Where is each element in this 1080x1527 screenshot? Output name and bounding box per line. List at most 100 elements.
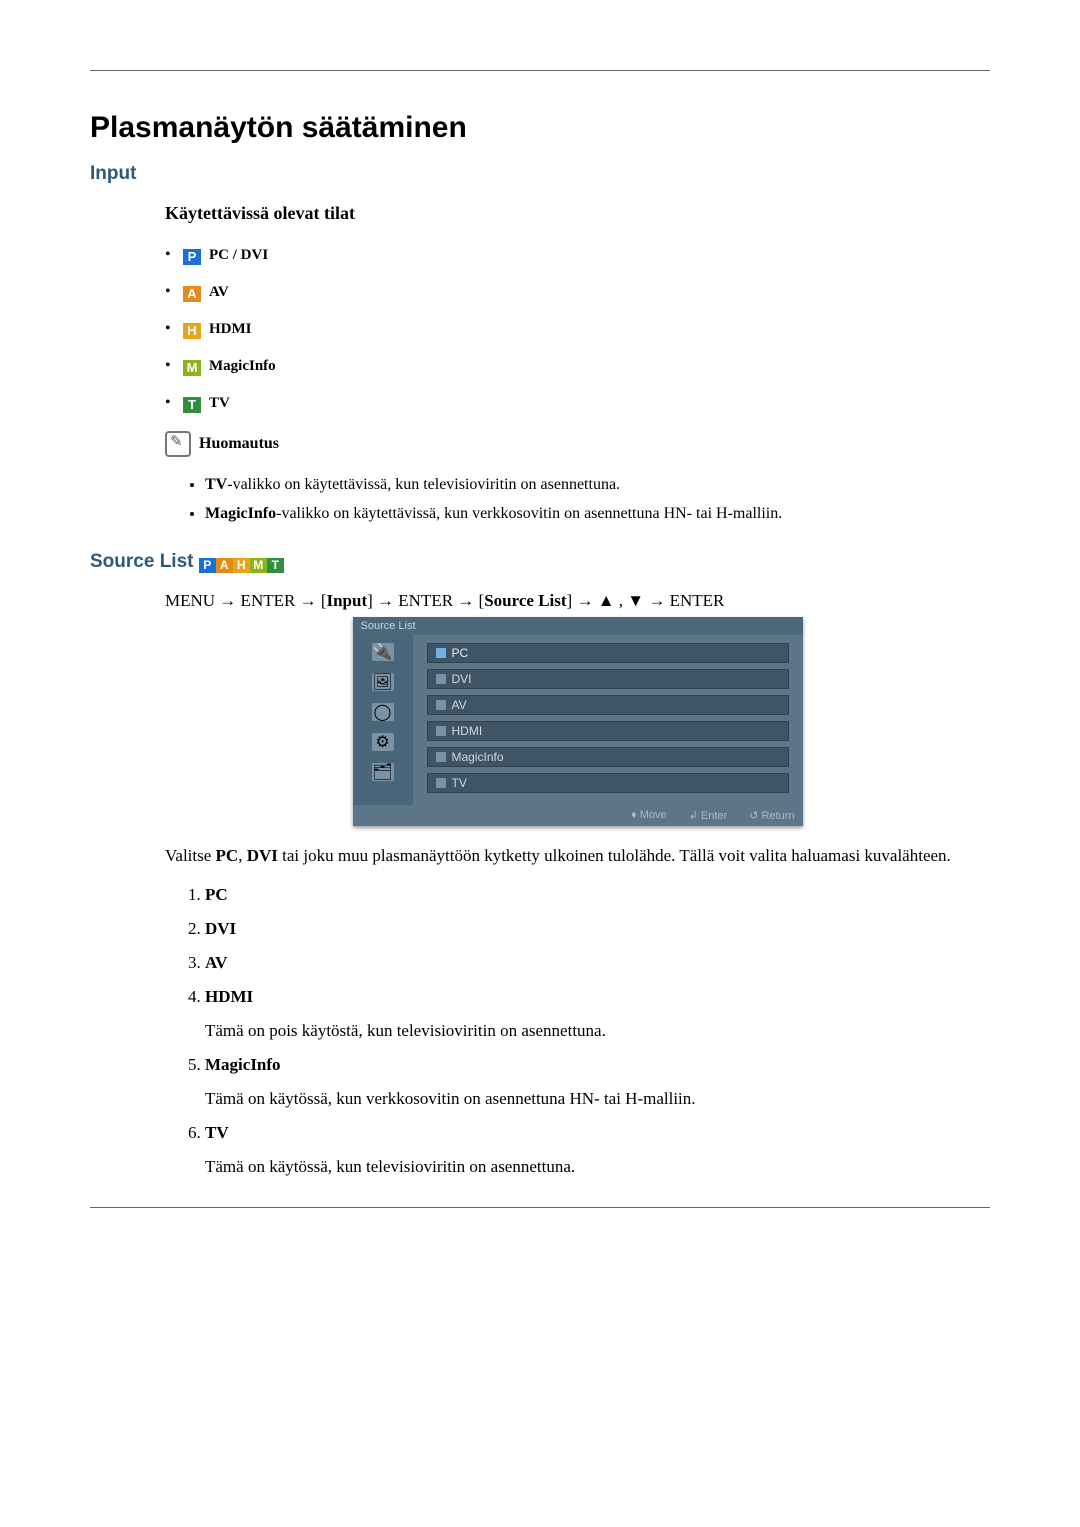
- bullet-icon: •: [165, 357, 179, 375]
- osd-side-icon: 🔌: [372, 643, 394, 661]
- desc-text: Valitse: [165, 846, 216, 865]
- a-icon: A: [183, 286, 201, 302]
- check-icon: [436, 648, 446, 658]
- note-item-tv: TV-valikko on käytettävissä, kun televis…: [205, 471, 990, 500]
- enum-note: Tämä on pois käytöstä, kun televisioviri…: [205, 1021, 990, 1041]
- osd-item-magicinfo: MagicInfo: [427, 747, 789, 767]
- osd-side-icon: 🖼: [372, 673, 394, 691]
- note-list: TV-valikko on käytettävissä, kun televis…: [165, 471, 990, 529]
- note-rest: -valikko on käytettävissä, kun verkkosov…: [276, 505, 782, 522]
- enum-label: DVI: [205, 919, 236, 938]
- bullet-icon: •: [165, 246, 179, 264]
- osd-side-icon: ⚙: [372, 733, 394, 751]
- t-icon: T: [183, 397, 201, 413]
- enum-item-magicinfo: MagicInfo Tämä on käytössä, kun verkkoso…: [205, 1055, 990, 1109]
- osd-body: 🔌 🖼 ◯ ⚙ 🗂 PC DVI AV HDMI MagicInfo TV: [353, 635, 803, 805]
- rule-bottom: [90, 1207, 990, 1208]
- enum-label: TV: [205, 1123, 229, 1142]
- nav-text: ] → ENTER → [: [367, 591, 484, 610]
- source-list-icons: PAHMT: [199, 551, 284, 572]
- osd-foot-label: Return: [761, 810, 794, 822]
- mode-item-tv: • T TV: [165, 394, 990, 413]
- osd-item-label: PC: [452, 646, 469, 660]
- mode-label: HDMI: [209, 321, 252, 337]
- rule-top: [90, 70, 990, 71]
- p-icon: P: [199, 558, 216, 573]
- enum-label: PC: [205, 885, 228, 904]
- enum-item-dvi: DVI: [205, 919, 990, 939]
- modes-heading: Käytettävissä olevat tilat: [165, 203, 990, 224]
- a-icon: A: [216, 558, 233, 573]
- osd-item-label: TV: [452, 776, 467, 790]
- bullet-icon: •: [165, 283, 179, 301]
- h-icon: H: [233, 558, 250, 573]
- source-enum-list: PC DVI AV HDMI Tämä on pois käytöstä, ku…: [165, 885, 990, 1177]
- m-icon: M: [183, 360, 201, 376]
- source-list-body: MENU → ENTER → [Input] → ENTER → [Source…: [165, 591, 990, 1178]
- bullet-icon: •: [165, 320, 179, 338]
- document-page: Plasmanäytön säätäminen Input Käytettävi…: [0, 0, 1080, 1248]
- source-list-text: Source List: [90, 551, 193, 572]
- check-icon: [436, 700, 446, 710]
- t-icon: T: [267, 558, 284, 573]
- enum-note: Tämä on käytössä, kun televisioviritin o…: [205, 1157, 990, 1177]
- note-bold: TV: [205, 476, 227, 493]
- osd-item-label: DVI: [452, 672, 472, 686]
- mode-list: • P PC / DVI • A AV • H HDMI • M MagicIn…: [165, 246, 990, 413]
- osd-side-icon: 🗂: [372, 763, 394, 781]
- mode-label: AV: [209, 284, 229, 300]
- osd-sidebar: 🔌 🖼 ◯ ⚙ 🗂: [353, 635, 413, 805]
- osd-item-label: AV: [452, 698, 467, 712]
- mode-item-pc-dvi: • P PC / DVI: [165, 246, 990, 265]
- osd-foot-label: Move: [640, 809, 667, 821]
- page-title: Plasmanäytön säätäminen: [90, 111, 990, 145]
- note-bold: MagicInfo: [205, 505, 276, 522]
- enum-label: HDMI: [205, 987, 253, 1006]
- osd-menu: Source List 🔌 🖼 ◯ ⚙ 🗂 PC DVI AV HDMI Mag…: [353, 617, 803, 826]
- enum-item-hdmi: HDMI Tämä on pois käytöstä, kun televisi…: [205, 987, 990, 1041]
- input-section-body: Käytettävissä olevat tilat • P PC / DVI …: [165, 203, 990, 529]
- osd-item-label: HDMI: [452, 724, 483, 738]
- section-source-list-heading: Source List PAHMT: [90, 551, 990, 573]
- check-icon: [436, 674, 446, 684]
- osd-foot-move: ♦ Move: [631, 809, 667, 822]
- enum-label: AV: [205, 953, 227, 972]
- nav-bold: Input: [326, 591, 367, 610]
- desc-text: tai joku muu plasmanäyttöön kytketty ulk…: [278, 846, 951, 865]
- enum-item-pc: PC: [205, 885, 990, 905]
- osd-item-dvi: DVI: [427, 669, 789, 689]
- nav-sequence: MENU → ENTER → [Input] → ENTER → [Source…: [165, 591, 990, 611]
- mode-item-hdmi: • H HDMI: [165, 320, 990, 339]
- desc-bold: PC: [216, 846, 239, 865]
- check-icon: [436, 726, 446, 736]
- nav-bold: Source List: [484, 591, 566, 610]
- mode-label: TV: [209, 395, 230, 411]
- check-icon: [436, 778, 446, 788]
- note-label: Huomautus: [199, 435, 279, 452]
- mode-label: PC / DVI: [209, 247, 268, 263]
- mode-item-av: • A AV: [165, 283, 990, 302]
- osd-foot-return: ↺ Return: [749, 809, 794, 822]
- osd-foot-label: Enter: [701, 810, 727, 822]
- desc-bold: DVI: [247, 846, 278, 865]
- enum-label: MagicInfo: [205, 1055, 281, 1074]
- m-icon: M: [250, 558, 267, 573]
- check-icon: [436, 752, 446, 762]
- osd-side-icon: ◯: [372, 703, 394, 721]
- osd-header: Source List: [353, 617, 803, 635]
- h-icon: H: [183, 323, 201, 339]
- note-header: Huomautus: [165, 431, 990, 457]
- nav-text: ] → ▲ , ▼ → ENTER: [567, 591, 725, 610]
- section-input-heading: Input: [90, 163, 990, 185]
- desc-text: ,: [238, 846, 247, 865]
- osd-footer: ♦ Move ↲ Enter ↺ Return: [353, 805, 803, 826]
- enum-item-tv: TV Tämä on käytössä, kun televisioviriti…: [205, 1123, 990, 1177]
- osd-item-hdmi: HDMI: [427, 721, 789, 741]
- osd-main: PC DVI AV HDMI MagicInfo TV: [413, 635, 803, 805]
- note-icon: [165, 431, 191, 457]
- source-description: Valitse PC, DVI tai joku muu plasmanäytt…: [165, 844, 990, 868]
- mode-item-magicinfo: • M MagicInfo: [165, 357, 990, 376]
- note-rest: -valikko on käytettävissä, kun televisio…: [227, 476, 620, 493]
- nav-text: MENU → ENTER → [: [165, 591, 326, 610]
- osd-item-tv: TV: [427, 773, 789, 793]
